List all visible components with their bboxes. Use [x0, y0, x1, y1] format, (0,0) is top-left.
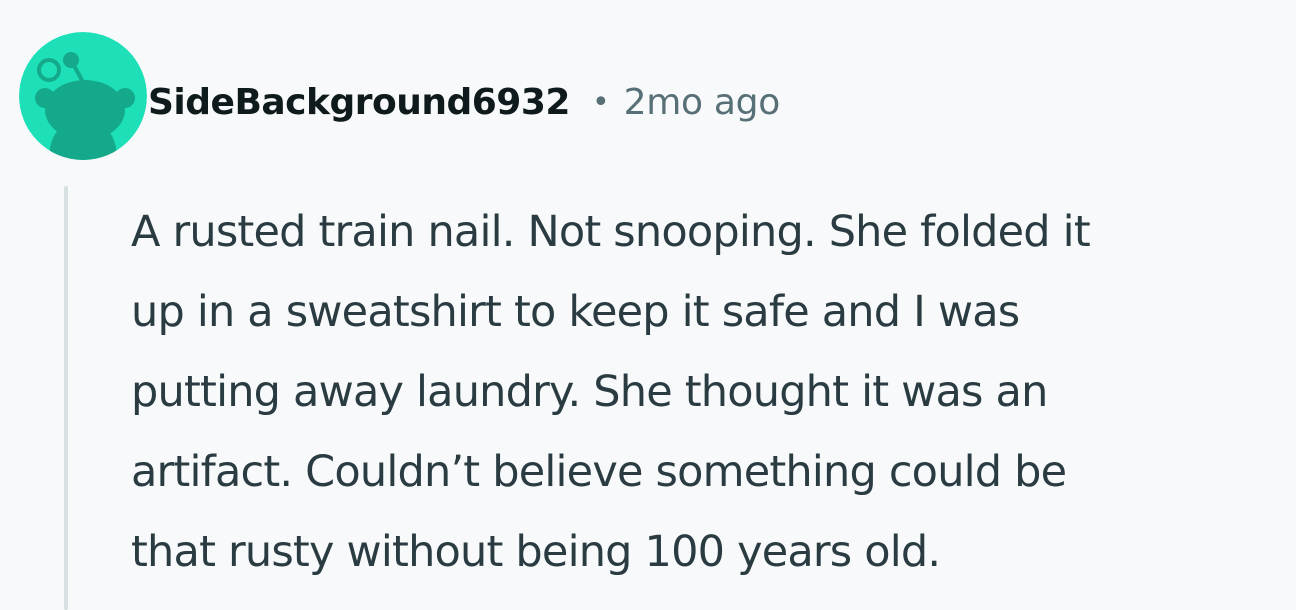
comment-body-line: putting away laundry. She thought it was…	[131, 367, 1048, 417]
timestamp[interactable]: 2mo ago	[624, 82, 781, 123]
comment-body: A rusted train nail. Not snooping. She f…	[131, 192, 1291, 592]
meta-separator: •	[591, 84, 610, 120]
thread-collapse-line[interactable]	[64, 186, 68, 610]
comment-body-line: A rusted train nail. Not snooping. She f…	[131, 207, 1091, 257]
avatar[interactable]	[19, 32, 147, 160]
snoo-avatar-icon	[19, 32, 147, 160]
comment-body-line: artifact. Couldn’t believe something cou…	[131, 447, 1067, 497]
comment: SideBackground6932 • 2mo ago A rusted tr…	[0, 0, 1296, 610]
comment-body-line: that rusty without being 100 years old.	[131, 527, 941, 577]
username-link[interactable]: SideBackground6932	[148, 82, 570, 123]
comment-header: SideBackground6932 • 2mo ago	[148, 74, 780, 130]
comment-body-line: up in a sweatshirt to keep it safe and I…	[131, 287, 1020, 337]
